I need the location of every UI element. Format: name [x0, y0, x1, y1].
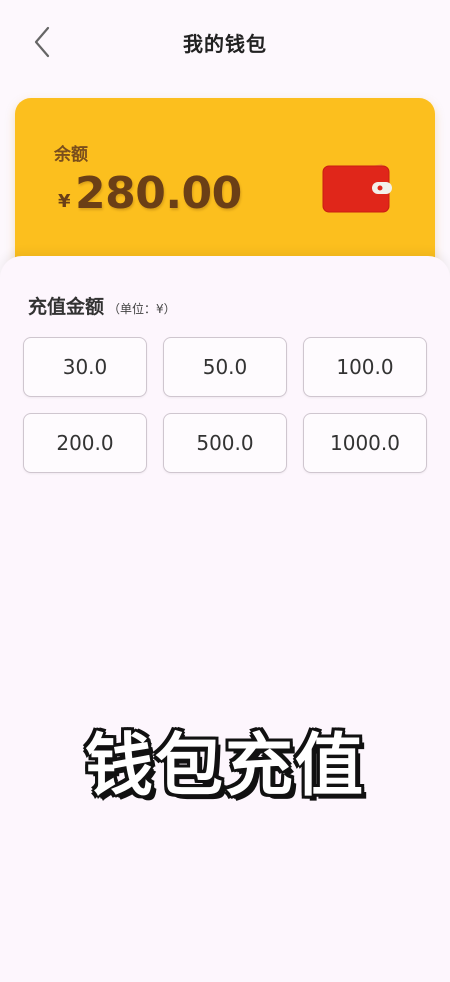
amount-option-button[interactable]: 200.0: [23, 413, 147, 473]
amount-option-button[interactable]: 1000.0: [303, 413, 427, 473]
amount-option-button[interactable]: 100.0: [303, 337, 427, 397]
top-bar: 我的钱包: [0, 0, 450, 86]
amount-option-button[interactable]: 50.0: [163, 337, 287, 397]
recharge-title-text: 充值金额: [28, 296, 105, 318]
video-caption-overlay: 钱包充值: [84, 727, 365, 806]
amount-option-button[interactable]: 500.0: [163, 413, 287, 473]
currency-symbol: ¥: [58, 191, 71, 212]
recharge-unit: （单位：¥）: [108, 302, 176, 316]
recharge-panel: 充值金额 （单位：¥） 30.0 50.0 100.0 200.0 500.0 1…: [0, 256, 450, 982]
page-title: 我的钱包: [183, 32, 267, 56]
wallet-icon: [320, 160, 394, 214]
recharge-title: 充值金额 （单位：¥）: [28, 292, 176, 319]
balance-label: 余额: [54, 145, 88, 165]
amount-option-button[interactable]: 30.0: [23, 337, 147, 397]
balance-amount: 280.00: [75, 168, 242, 219]
